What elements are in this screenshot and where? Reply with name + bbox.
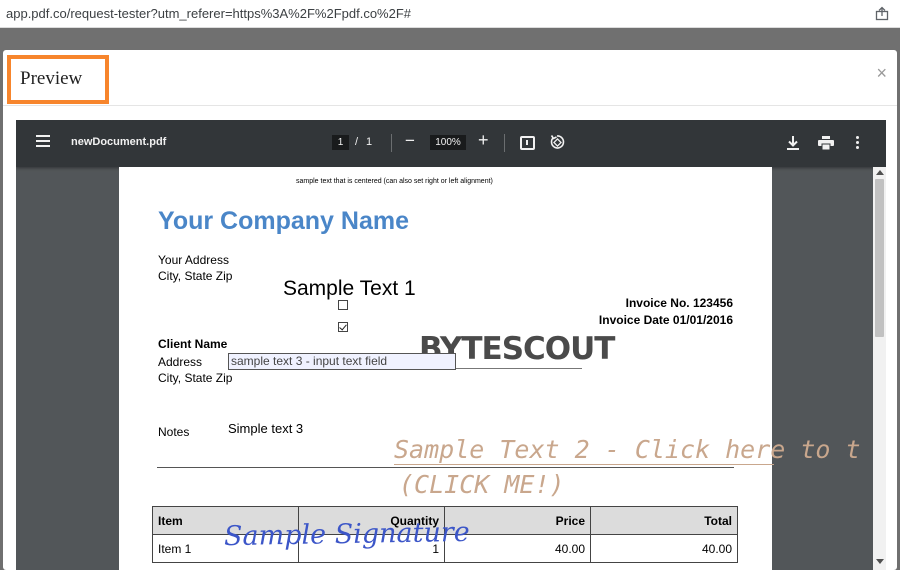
simple-text-3: Simple text 3	[228, 421, 304, 436]
fit-page-icon[interactable]	[520, 136, 535, 150]
toolbar-divider	[391, 134, 392, 152]
sample-text-2-link[interactable]: Sample Text 2 - Click here to t	[394, 435, 861, 464]
client-city: City, State Zip	[158, 371, 233, 385]
menu-icon[interactable]	[36, 135, 50, 147]
pdf-toolbar: newDocument.pdf 1 / 1 − 100% +	[16, 120, 886, 167]
checkbox-checked[interactable]	[338, 322, 348, 332]
scroll-up-arrow-icon[interactable]	[876, 170, 884, 175]
modal-title: Preview	[7, 55, 109, 104]
url-text[interactable]: app.pdf.co/request-tester?utm_referer=ht…	[6, 6, 411, 21]
more-vert-icon[interactable]	[856, 136, 860, 150]
centered-note-text: sample text that is centered (can also s…	[296, 178, 493, 185]
total-pages: 1	[366, 136, 373, 148]
zoom-in-button[interactable]: +	[478, 130, 489, 151]
pdf-viewer[interactable]: newDocument.pdf 1 / 1 − 100% + sample te…	[16, 120, 886, 570]
company-name: Your Company Name	[158, 207, 409, 235]
modal-header: Preview ×	[3, 50, 897, 106]
invoice-number: Invoice No. 123456	[625, 296, 733, 310]
company-address: Your Address	[158, 253, 229, 267]
cell-total: 40.00	[590, 534, 738, 563]
invoice-date: Invoice Date 01/01/2016	[598, 313, 733, 327]
sample-text-1: Sample Text 1	[283, 277, 416, 300]
zoom-input[interactable]: 100%	[430, 135, 466, 150]
zoom-out-button[interactable]: −	[405, 131, 415, 151]
address-bar[interactable]: app.pdf.co/request-tester?utm_referer=ht…	[0, 0, 900, 28]
notes-label: Notes	[158, 425, 190, 439]
company-city: City, State Zip	[158, 269, 233, 283]
text-input-field[interactable]: sample text 3 - input text field	[228, 353, 456, 370]
page-number-input[interactable]: 1	[332, 135, 349, 150]
checkbox-unchecked[interactable]	[338, 300, 348, 310]
preview-modal: Preview × newDocument.pdf 1 / 1 − 100% +	[3, 50, 897, 570]
click-me-link[interactable]: (CLICK ME!)	[399, 470, 565, 499]
divider-line	[157, 467, 734, 468]
header-total: Total	[590, 506, 738, 535]
download-icon[interactable]	[786, 135, 800, 151]
print-icon[interactable]	[818, 136, 834, 150]
page-separator: /	[355, 136, 359, 148]
close-icon[interactable]: ×	[876, 63, 887, 84]
client-address: Address	[158, 355, 203, 369]
pdf-filename: newDocument.pdf	[71, 136, 167, 148]
pdf-page: sample text that is centered (can also s…	[119, 167, 861, 570]
client-name-heading: Client Name	[158, 337, 228, 351]
toolbar-divider	[504, 134, 505, 152]
rotate-icon[interactable]	[549, 134, 565, 150]
vertical-scrollbar[interactable]	[873, 167, 886, 570]
scrollbar-thumb[interactable]	[875, 179, 884, 337]
share-icon[interactable]	[874, 6, 890, 22]
signature-field[interactable]: Sample Signature	[224, 517, 470, 552]
